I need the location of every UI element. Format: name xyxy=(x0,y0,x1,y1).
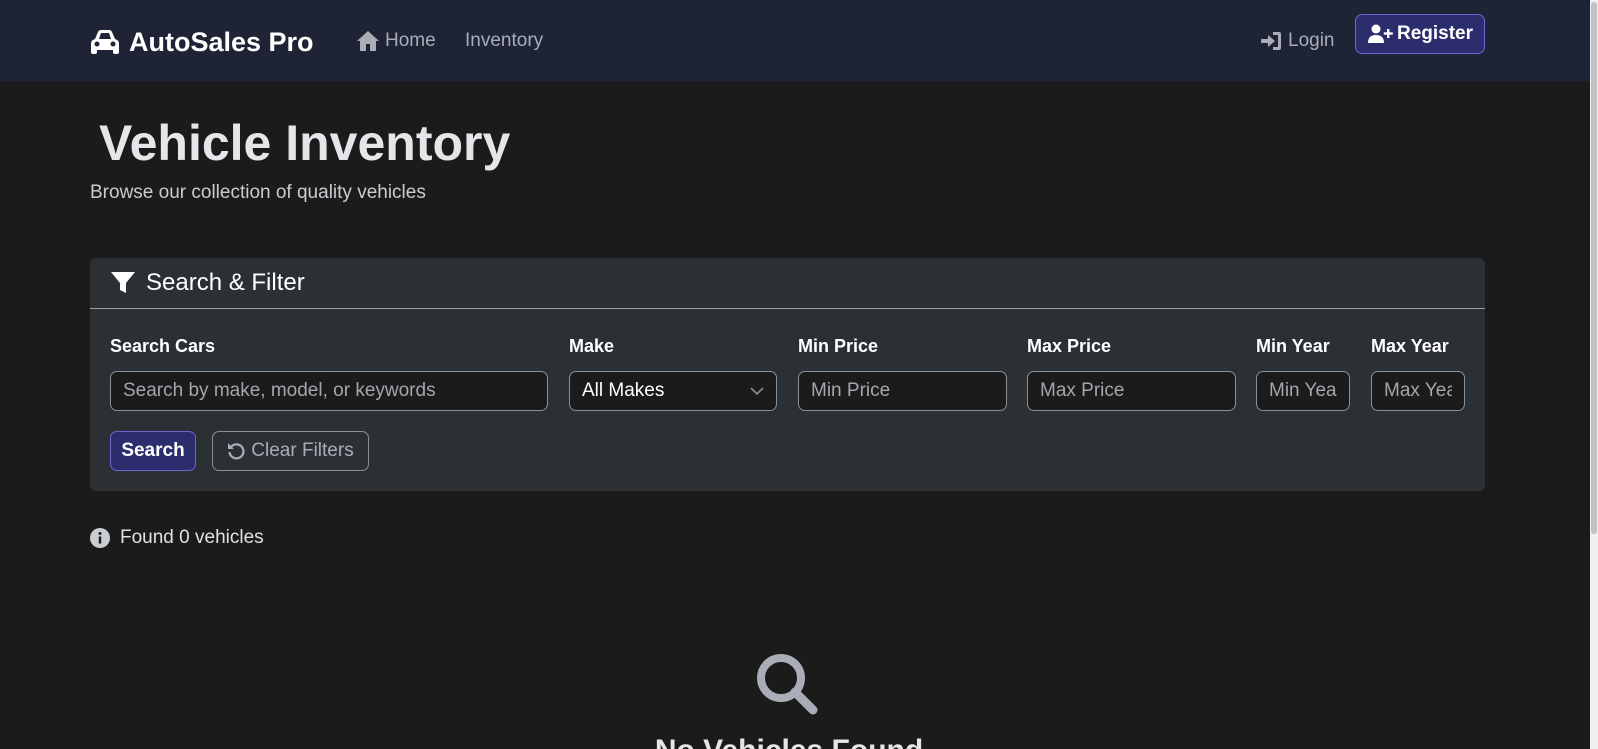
house-icon xyxy=(357,31,379,51)
search-button[interactable]: Search xyxy=(110,431,196,471)
undo-icon xyxy=(228,443,245,460)
max-year-label: Max Year xyxy=(1371,336,1449,356)
user-plus-icon xyxy=(1367,24,1393,43)
nav-login-label: Login xyxy=(1288,30,1335,51)
register-label: Register xyxy=(1396,23,1474,44)
filter-icon xyxy=(111,272,135,293)
empty-state-title: No Vehicles Found xyxy=(0,733,1578,749)
page-title: Vehicle Inventory xyxy=(99,115,511,171)
nav-inventory-label: Inventory xyxy=(465,30,544,51)
brand-name: AutoSales Pro xyxy=(129,26,314,57)
search-icon xyxy=(757,654,818,715)
make-select[interactable]: All Makes xyxy=(569,371,777,411)
filter-card-title: Search & Filter xyxy=(146,269,305,296)
brand-link[interactable]: AutoSales Pro xyxy=(89,22,314,62)
nav-login-link[interactable]: Login xyxy=(1259,28,1335,54)
max-year-input[interactable] xyxy=(1371,371,1465,411)
filter-card-header: Search & Filter xyxy=(90,258,1485,309)
info-circle-icon xyxy=(90,528,110,548)
chevron-down-icon xyxy=(750,387,764,396)
car-icon xyxy=(91,30,119,54)
min-price-label: Min Price xyxy=(798,336,879,356)
register-button[interactable]: Register xyxy=(1355,14,1485,54)
min-price-input[interactable] xyxy=(798,371,1007,411)
make-label: Make xyxy=(569,336,615,356)
navbar: AutoSales Pro Home Inventory Login Regis… xyxy=(0,0,1598,81)
result-count-text: Found 0 vehicles xyxy=(120,527,264,548)
min-year-label: Min Year xyxy=(1256,336,1330,356)
nav-home-link[interactable]: Home xyxy=(356,28,436,54)
search-cars-label: Search Cars xyxy=(110,336,216,356)
result-count: Found 0 vehicles xyxy=(90,525,264,551)
make-select-value: All Makes xyxy=(582,380,665,401)
min-year-input[interactable] xyxy=(1256,371,1350,411)
scrollbar-thumb[interactable] xyxy=(1591,2,1597,534)
clear-filters-button[interactable]: Clear Filters xyxy=(212,431,369,471)
max-price-label: Max Price xyxy=(1027,336,1112,356)
sign-in-icon xyxy=(1261,32,1281,50)
page-subtitle: Browse our collection of quality vehicle… xyxy=(90,182,426,203)
nav-home-label: Home xyxy=(385,30,436,51)
nav-inventory-link[interactable]: Inventory xyxy=(465,28,543,54)
clear-filters-label: Clear Filters xyxy=(251,440,354,461)
max-price-input[interactable] xyxy=(1027,371,1236,411)
search-cars-input[interactable] xyxy=(110,371,548,411)
